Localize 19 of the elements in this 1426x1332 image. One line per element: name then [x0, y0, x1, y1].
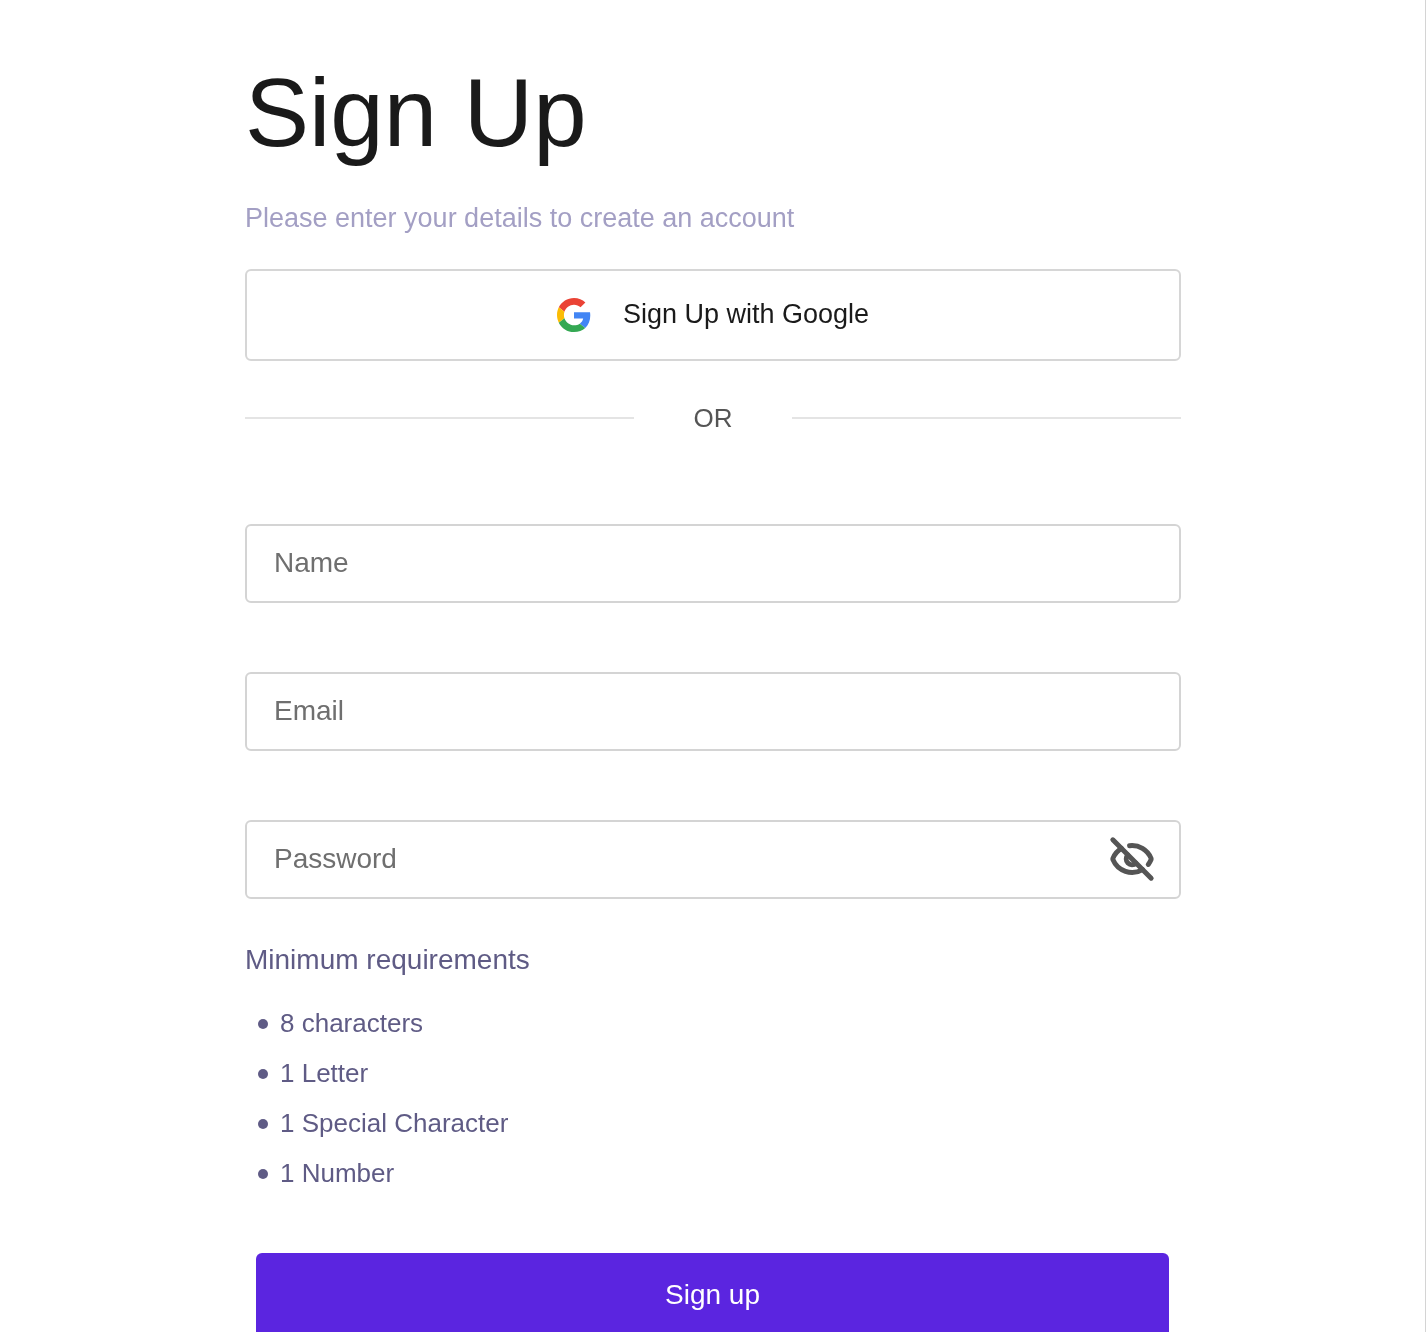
- text-field[interactable]: Email: [245, 671, 1181, 751]
- hide-password-icon[interactable]: [1109, 835, 1155, 882]
- google-signup-button[interactable]: Sign Up with Google: [245, 268, 1181, 361]
- bullet-icon: [258, 1068, 268, 1079]
- requirements-heading: Minimum requirements: [245, 942, 530, 977]
- subtitle: Please enter your details to create an account: [245, 202, 795, 235]
- bullet-icon: [258, 1018, 268, 1029]
- requirement-item: 1 Number: [280, 1157, 395, 1190]
- bullet-icon: [258, 1168, 268, 1179]
- signup-button[interactable]: Sign up: [256, 1252, 1169, 1332]
- divider-label: OR: [692, 401, 734, 435]
- google-icon: [556, 297, 591, 332]
- requirement-item: 1 Letter: [280, 1057, 369, 1090]
- requirement-item: 1 Special Character: [280, 1107, 509, 1140]
- password-field[interactable]: Password: [245, 819, 1181, 899]
- requirement-item: 8 characters: [280, 1007, 424, 1040]
- page-title: Sign Up: [245, 58, 587, 168]
- text-field[interactable]: Name: [245, 523, 1181, 603]
- bullet-icon: [258, 1118, 268, 1129]
